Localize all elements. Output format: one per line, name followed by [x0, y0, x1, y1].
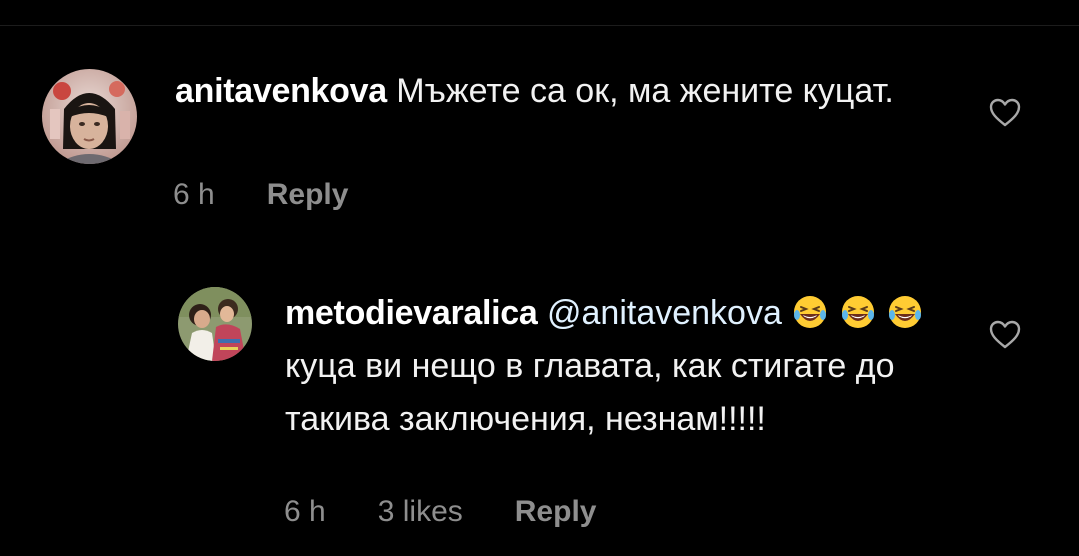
comment-time: 6 h	[173, 178, 215, 211]
reply-button[interactable]: Reply	[267, 178, 349, 212]
avatar[interactable]	[42, 69, 137, 164]
comment-meta: 6 h Reply	[173, 178, 400, 212]
laughing-tears-emoji	[794, 296, 827, 328]
comment-text: metodievaralica @anitavenkova куца ви не…	[285, 287, 945, 446]
comment-text: anitavenkova Мъжете са ок, ма жените куц…	[175, 66, 935, 116]
profile-photo-woman	[42, 69, 137, 164]
comment-body: куца ви нещо в главата, как стигате до т…	[285, 347, 895, 438]
comment-body: Мъжете са ок, ма жените куцат.	[396, 72, 894, 110]
comment-time: 6 h	[284, 495, 326, 528]
profile-photo-two-people	[178, 287, 252, 361]
comment-username[interactable]: anitavenkova	[175, 72, 387, 110]
comment-username[interactable]: metodievaralica	[285, 294, 538, 332]
heart-outline-icon[interactable]	[988, 97, 1022, 129]
laughing-tears-emoji	[841, 296, 874, 328]
laughing-tears-emoji	[889, 296, 922, 328]
comment-meta: 6 h 3 likes Reply	[284, 495, 648, 529]
top-divider	[0, 25, 1079, 26]
likes-count[interactable]: 3 likes	[378, 495, 463, 529]
avatar[interactable]	[178, 287, 252, 361]
reply-button[interactable]: Reply	[515, 495, 597, 529]
heart-outline-icon[interactable]	[988, 319, 1022, 351]
mention-link[interactable]: @anitavenkova	[547, 294, 782, 332]
